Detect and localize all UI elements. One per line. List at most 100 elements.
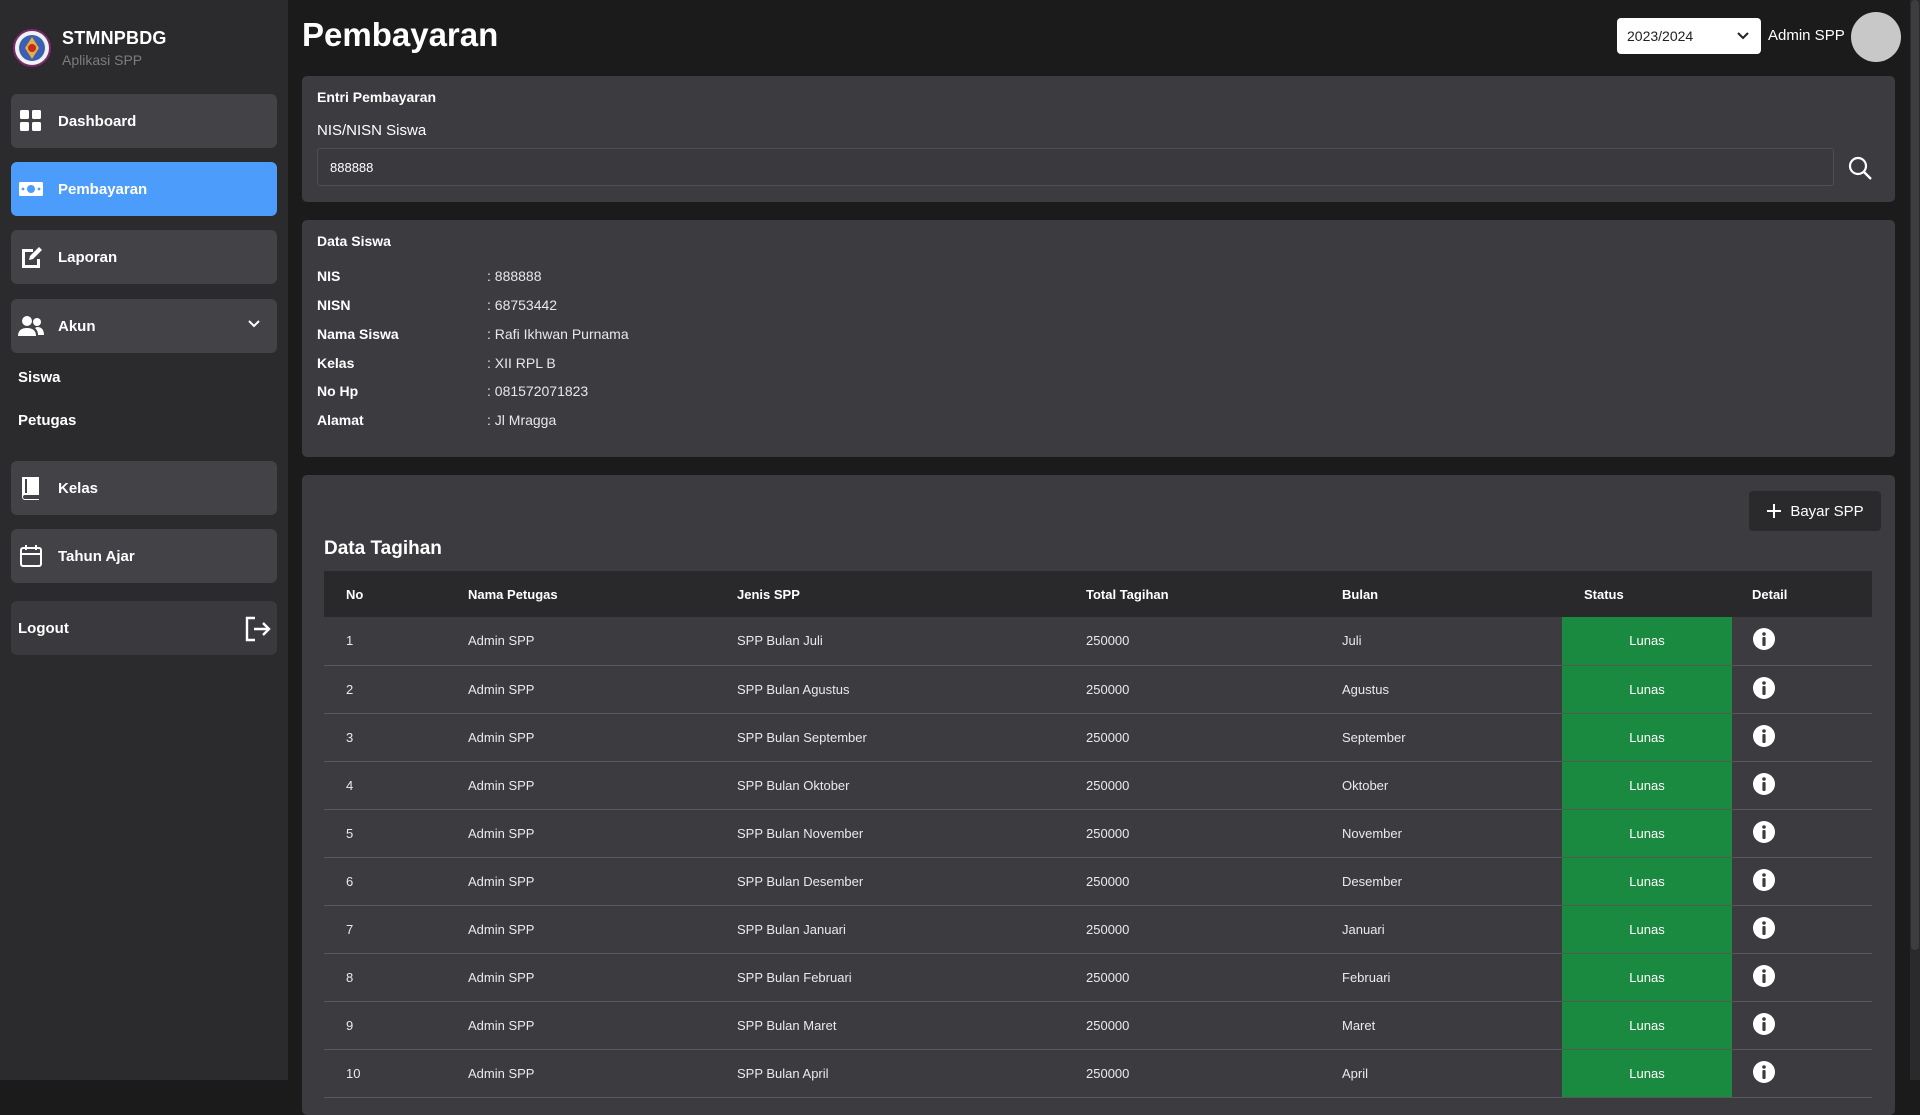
- detail-cell: [1732, 1001, 1872, 1049]
- sidebar-item-laporan[interactable]: Laporan: [11, 230, 277, 284]
- petugas-name: Admin SPP: [468, 969, 535, 985]
- sidebar-item-kelas[interactable]: Kelas: [11, 461, 277, 515]
- total-tagihan: 250000: [1086, 969, 1130, 985]
- data-tagihan-card: Bayar SPP Data Tagihan No Nama Petugas J…: [302, 475, 1895, 1115]
- petugas-name: Admin SPP: [468, 921, 535, 937]
- entry-title: Entri Pembayaran: [317, 89, 437, 105]
- status-badge: Lunas: [1562, 713, 1732, 761]
- sidebar-item-akun[interactable]: Akun: [11, 299, 277, 353]
- edit-document-icon: [18, 244, 44, 270]
- jenis-spp: SPP Bulan April: [737, 1065, 829, 1081]
- row-number: 1: [346, 633, 354, 649]
- column-header: Nama Petugas: [468, 586, 558, 602]
- status-badge: Lunas: [1562, 761, 1732, 809]
- info-icon[interactable]: [1752, 627, 1776, 654]
- petugas-name: Admin SPP: [468, 825, 535, 841]
- avatar[interactable]: [1851, 12, 1901, 62]
- bulan: Oktober: [1342, 777, 1389, 793]
- total-tagihan: 250000: [1086, 633, 1130, 649]
- sidebar-subitem-petugas[interactable]: Petugas: [18, 412, 76, 429]
- chevron-down-icon: [1737, 32, 1749, 40]
- table-row: 2 Admin SPP SPP Bulan Agustus 250000 Agustus…: [324, 665, 1872, 713]
- info-icon[interactable]: [1752, 724, 1776, 751]
- year-select-value: 2023/2024: [1627, 28, 1694, 44]
- detail-cell: [1732, 617, 1872, 665]
- sidebar-item-tahun-ajar[interactable]: Tahun Ajar: [11, 529, 277, 583]
- row-number: 6: [346, 873, 354, 889]
- sidebar-item-pembayaran[interactable]: Pembayaran: [11, 162, 277, 216]
- info-value: : 68753442: [487, 297, 558, 313]
- info-icon[interactable]: [1752, 1012, 1776, 1039]
- bulan: April: [1342, 1065, 1369, 1081]
- info-icon[interactable]: [1752, 676, 1776, 703]
- page-scrollbar[interactable]: [1910, 0, 1920, 1080]
- info-icon[interactable]: [1752, 916, 1776, 943]
- scrollbar-thumb[interactable]: [1911, 0, 1919, 950]
- table-row: 1 Admin SPP SPP Bulan Juli 250000 Juli Lunas: [324, 617, 1872, 665]
- jenis-spp: SPP Bulan Juli: [737, 633, 823, 649]
- bulan: September: [1342, 729, 1406, 745]
- search-icon[interactable]: [1847, 155, 1873, 181]
- jenis-spp: SPP Bulan Desember: [737, 873, 864, 889]
- logout-label: Logout: [18, 619, 69, 637]
- money-icon: [18, 176, 44, 202]
- sidebar-item-label: Laporan: [58, 248, 118, 266]
- table-row: 7 Admin SPP SPP Bulan Januari 250000 Januari…: [324, 905, 1872, 953]
- table-row: 10 Admin SPP SPP Bulan April 250000 April Lun…: [324, 1049, 1872, 1097]
- column-header: No: [346, 586, 364, 602]
- status-badge: Lunas: [1562, 857, 1732, 905]
- nis-field-label: NIS/NISN Siswa: [317, 122, 427, 139]
- detail-cell: [1732, 953, 1872, 1001]
- table-row: 6 Admin SPP SPP Bulan Desember 250000 Desemb…: [324, 857, 1872, 905]
- bayar-spp-button[interactable]: Bayar SPP: [1749, 491, 1881, 531]
- bulan: Juli: [1342, 633, 1362, 649]
- info-row-alamat: Alamat: Jl Mragga: [317, 412, 556, 428]
- row-number: 10: [346, 1065, 361, 1081]
- nis-search-input[interactable]: [317, 148, 1834, 186]
- bulan: Agustus: [1342, 681, 1389, 697]
- user-name: Admin SPP: [1768, 27, 1845, 44]
- brand-name: STMNPBDG: [62, 28, 167, 48]
- info-icon[interactable]: [1752, 820, 1776, 847]
- petugas-name: Admin SPP: [468, 681, 535, 697]
- info-row-nisn: NISN: 68753442: [317, 297, 557, 313]
- column-header: Jenis SPP: [737, 586, 800, 602]
- sidebar-subitem-siswa[interactable]: Siswa: [18, 369, 61, 386]
- info-value: : 888888: [487, 268, 542, 284]
- info-value: : XII RPL B: [487, 355, 556, 371]
- column-header: Total Tagihan: [1086, 586, 1169, 602]
- sidebar-item-label: Kelas: [58, 479, 99, 497]
- total-tagihan: 250000: [1086, 1017, 1130, 1033]
- plus-icon: [1767, 504, 1782, 518]
- detail-cell: [1732, 713, 1872, 761]
- data-tagihan-title: Data Tagihan: [324, 538, 442, 559]
- info-key: No Hp: [317, 383, 359, 399]
- info-key: NIS: [317, 268, 341, 284]
- logout-button[interactable]: Logout: [11, 601, 277, 655]
- info-icon[interactable]: [1752, 868, 1776, 895]
- info-icon[interactable]: [1752, 1060, 1776, 1087]
- info-row-nohp: No Hp: 081572071823: [317, 383, 588, 399]
- info-row-kelas: Kelas : XII RPL B: [317, 355, 556, 371]
- total-tagihan: 250000: [1086, 777, 1130, 793]
- sidebar-item-dashboard[interactable]: Dashboard: [11, 94, 277, 148]
- total-tagihan: 250000: [1086, 825, 1130, 841]
- row-number: 8: [346, 969, 354, 985]
- total-tagihan: 250000: [1086, 921, 1130, 937]
- table-row: 9 Admin SPP SPP Bulan Maret 250000 Maret Luna…: [324, 1001, 1872, 1049]
- bulan: Februari: [1342, 969, 1391, 985]
- petugas-name: Admin SPP: [468, 1017, 535, 1033]
- info-icon[interactable]: [1752, 772, 1776, 799]
- info-icon[interactable]: [1752, 964, 1776, 991]
- sidebar: STMNPBDG Aplikasi SPP Dashboard Pembayar…: [0, 0, 288, 1080]
- info-key: Kelas: [317, 355, 355, 371]
- row-number: 7: [346, 921, 354, 937]
- info-value: : Jl Mragga: [487, 412, 557, 428]
- bayar-spp-label: Bayar SPP: [1790, 502, 1864, 520]
- page-title: Pembayaran: [302, 16, 499, 53]
- grid-icon: [18, 108, 44, 134]
- sidebar-item-label: Dashboard: [58, 112, 137, 130]
- year-select[interactable]: 2023/2024: [1617, 18, 1761, 54]
- info-key: Nama Siswa: [317, 326, 399, 342]
- detail-cell: [1732, 1049, 1872, 1097]
